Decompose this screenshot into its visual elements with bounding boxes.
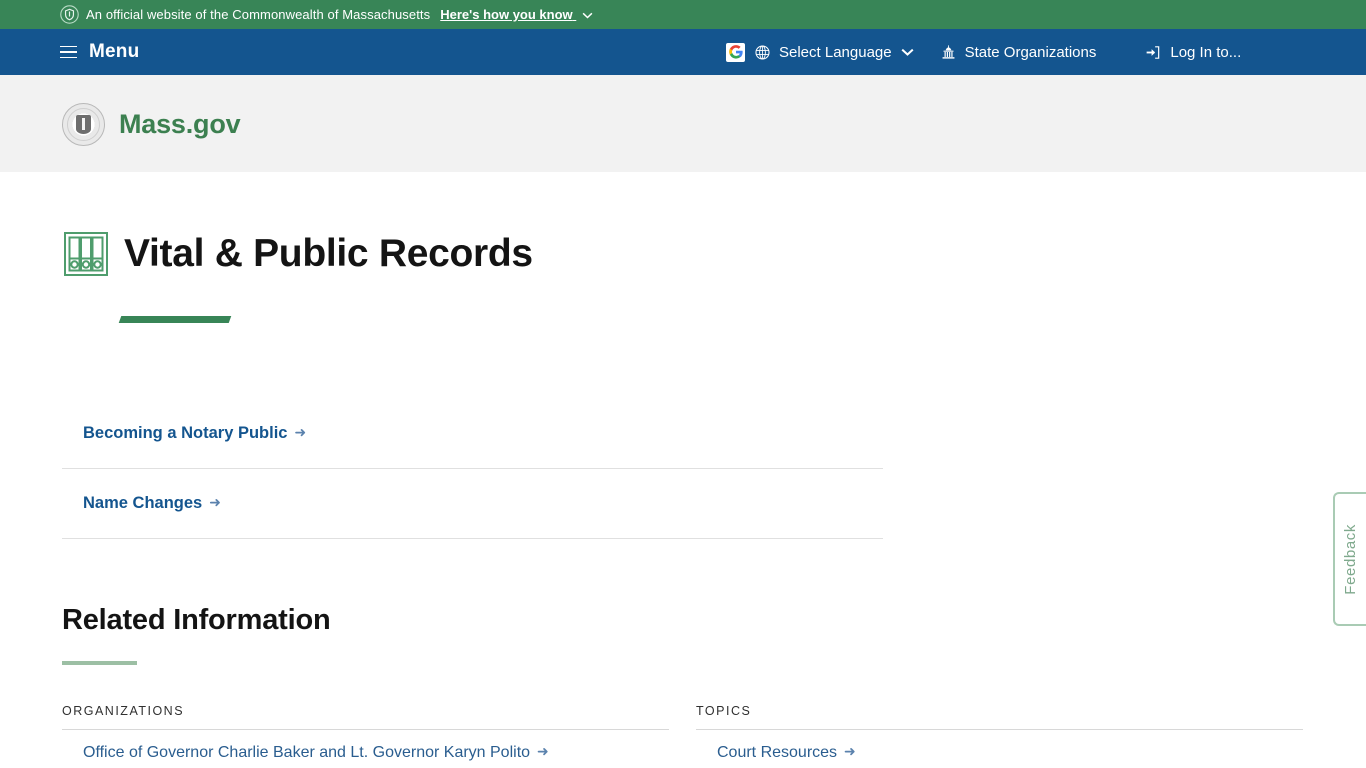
link-label: Court Resources — [717, 744, 838, 762]
arrow-right-icon: ➜ — [209, 494, 221, 511]
site-masthead: Mass.gov SEARCH — [0, 75, 1366, 226]
massachusetts-state-seal-icon — [62, 103, 105, 146]
related-column-heading: TOPICS — [696, 704, 1303, 731]
related-information-header: Related Information — [62, 604, 1366, 666]
link-name-changes[interactable]: Name Changes ➜ — [83, 494, 221, 513]
arrow-right-icon: ➜ — [537, 743, 549, 760]
related-column-heading: ORGANIZATIONS — [62, 704, 669, 731]
page-links-list: Becoming a Notary Public ➜ Name Changes ➜ — [62, 399, 883, 540]
chevron-down-icon — [582, 12, 593, 19]
list-item[interactable]: Secretary of the Commonwealth➜ — [62, 762, 669, 768]
utility-nav-right-group: Select Language State Organizations Log … — [726, 29, 1241, 75]
page-title-underline — [118, 316, 232, 324]
select-language-label: Select Language — [779, 43, 892, 61]
globe-icon — [754, 44, 771, 61]
state-organizations-label: State Organizations — [964, 43, 1097, 61]
link-court-resources[interactable]: Court Resources ➜ — [717, 743, 856, 762]
utility-navigation-bar: Menu Select Language State Organizations… — [0, 29, 1366, 75]
shield-icon — [60, 5, 79, 24]
banner-text: An official website of the Commonwealth … — [86, 7, 431, 22]
google-translate-icon — [726, 42, 745, 62]
state-organizations-link[interactable]: State Organizations — [940, 43, 1097, 61]
list-item[interactable]: Laws & Regulations➜ — [696, 762, 1303, 768]
link-office-of-governor[interactable]: Office of Governor Charlie Baker and Lt.… — [83, 743, 549, 762]
related-information-columns: ORGANIZATIONS Office of Governor Charlie… — [0, 704, 1366, 768]
list-item[interactable]: Name Changes ➜ — [62, 469, 883, 540]
link-label: Becoming a Notary Public — [83, 424, 288, 443]
related-column-topics: TOPICS Court Resources ➜ Laws & Regulatio… — [696, 704, 1303, 768]
select-language-control[interactable]: Select Language — [726, 42, 914, 62]
page-title-row: Vital & Public Records — [0, 172, 1366, 299]
arrow-right-icon: ➜ — [294, 424, 307, 441]
capitol-building-icon — [940, 44, 957, 61]
link-label: Office of Governor Charlie Baker and Lt.… — [83, 744, 531, 762]
mass-gov-home-link[interactable]: Mass.gov — [62, 103, 241, 146]
hamburger-icon — [60, 45, 77, 59]
list-item[interactable]: Court Resources ➜ — [696, 730, 1303, 762]
related-column-organizations: ORGANIZATIONS Office of Governor Charlie… — [62, 704, 669, 768]
feedback-tab-label: Feedback — [1342, 523, 1359, 595]
log-in-link[interactable]: Log In to... — [1144, 44, 1241, 61]
menu-button-label: Menu — [89, 41, 140, 62]
arrow-right-icon: ➜ — [844, 743, 856, 760]
link-label: Name Changes — [83, 494, 203, 513]
log-in-arrow-icon — [1144, 44, 1162, 61]
list-item[interactable]: Becoming a Notary Public ➜ — [62, 399, 883, 470]
chevron-down-icon — [901, 48, 914, 56]
page-title: Vital & Public Records — [124, 232, 533, 276]
log-in-label: Log In to... — [1170, 43, 1242, 61]
list-item[interactable]: Office of Governor Charlie Baker and Lt.… — [62, 730, 669, 762]
feedback-tab[interactable]: Feedback — [1333, 492, 1366, 626]
brand-name: Mass.gov — [119, 109, 241, 139]
related-information-underline — [62, 661, 137, 666]
link-becoming-a-notary-public[interactable]: Becoming a Notary Public ➜ — [83, 424, 306, 443]
menu-button[interactable]: Menu — [60, 41, 139, 63]
related-information-title: Related Information — [62, 604, 331, 637]
main-content: Vital & Public Records Becoming a Notary… — [0, 172, 1366, 768]
how-you-know-label: Here's how you know — [440, 7, 573, 22]
three-binders-icon — [64, 231, 108, 276]
official-website-banner: An official website of the Commonwealth … — [0, 0, 1366, 29]
how-you-know-link[interactable]: Here's how you know — [440, 7, 593, 22]
